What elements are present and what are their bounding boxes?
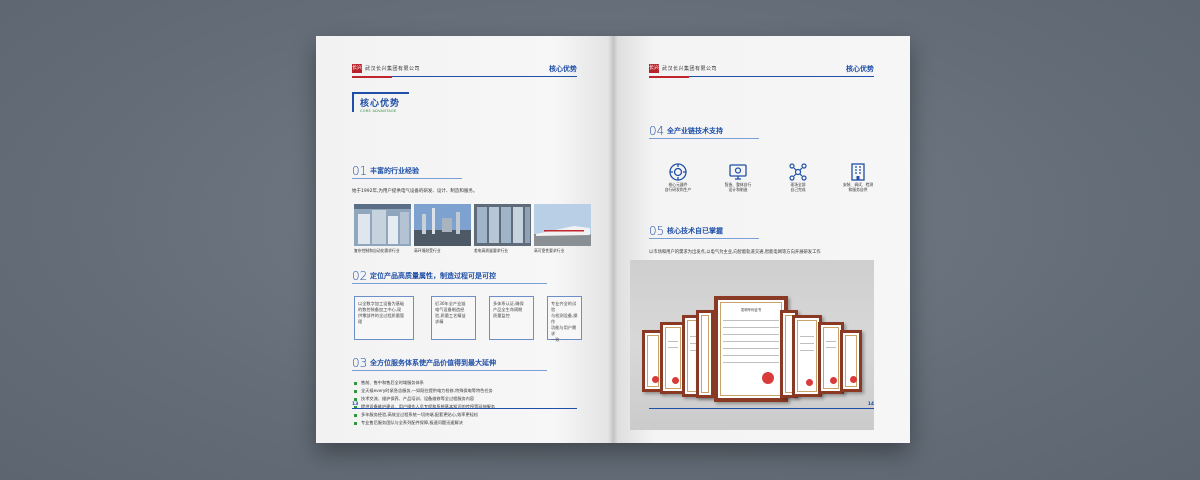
section-number: 05 [649,224,665,238]
section-title: 核心技术自已掌握 [667,227,723,235]
company-logo: 长兴 [649,64,660,73]
service-bullet: 技术交流、维护保养、产品培训、设备维修等全过程服务内容 [354,396,474,402]
section-title: 全产业链技术支持 [667,127,723,135]
quality-text: 理 [358,319,363,324]
quality-box: 以全数字加工设备为基础 的数控装备加工中心,现 供零部件的全过程质量管 理 [354,296,414,340]
section-title: 定位产品高质量属性，制造过程可是可控 [370,272,496,280]
network-icon [789,163,807,181]
bullet-text: 技术交流、维护保养、产品培训、设备维修等全过程服务内容 [361,396,475,401]
section-05-heading: 05 核心技术自已掌握 [649,224,874,239]
photo-caption: 高可靠性要求行业 [534,248,565,253]
capability-label: 和服务自供 [848,187,868,192]
bullet-marker [354,413,357,417]
quality-box: 多体系认证,确保 产品全生命周期 质量监控 [489,296,534,340]
certificate-title: 发明专利证书 [740,308,762,312]
page-number: 13 [352,402,359,407]
quality-text: 功能与用户需求 [551,325,577,336]
section-number: 02 [352,269,368,283]
right-page: 长兴 武汉长兴集团有限公司 核心优势 04 全产业链技术支持 核心元器件 自行研… [613,36,910,443]
section-underline [649,138,759,139]
capability-item: 安装、调试、检测 和服务自供 [833,162,883,192]
page-title-english: CORE ADVANTAGE [360,109,397,113]
section-underline [352,283,547,284]
bullet-text: 售前、售中和售后全时域服务体系 [361,380,424,385]
service-bullet: 专业售后服务团队与全系列配件保障,极速问题迅速解决 [354,420,463,426]
section-title: 全方位服务体系使产品价值得到最大延伸 [370,359,496,367]
capability-label: 自己完成 [790,187,806,192]
section-05-description: 以市场和用户的需求为出发点,以电气为主业,向智能轨道交通,智能电网等方向开展研发… [649,250,821,255]
bullet-text: 专业售后服务团队与全系列配件保障,极速问题迅速解决 [361,420,463,425]
service-bullet: 全天候every时紧急告服务,一如既往提供电力检修,特殊保电等特色任务 [354,388,493,394]
capability-label: 自行研发和生产 [664,187,692,192]
bullet-text: 全天候every时紧急告服务,一如既往提供电力检修,特殊保电等特色任务 [361,388,493,393]
background: 长兴 武汉长兴集团有限公司 核心优势 核心优势 CORE ADVANTAGE 0… [0,0,1200,480]
service-bullet: 售前、售中和售后全时域服务体系 [354,380,424,386]
certificate-frame [696,310,714,398]
refinery-photo [414,204,471,246]
header-accent-line [352,76,392,78]
bullet-marker [354,381,357,385]
section-02-heading: 02 定位产品高质量属性，制造过程可是可控 [352,269,582,284]
company-logo: 长兴 [352,64,363,73]
quality-text: 求精 [435,319,444,324]
section-underline [352,178,462,179]
page-number: 14 [867,402,874,407]
section-underline [352,370,547,371]
certificate-frame [840,330,862,392]
brochure-spread: 长兴 武汉长兴集团有限公司 核心优势 核心优势 CORE ADVANTAGE 0… [316,36,910,443]
photo-caption: 复杂控制和自动化需求行业 [354,248,400,253]
patent-certificates-image: 发明专利证书 [630,260,874,430]
section-01-heading: 01 丰富的行业经验 [352,164,577,179]
section-title: 丰富的行业经验 [370,167,419,175]
section-tag: 核心优势 [846,65,874,73]
company-name: 武汉长兴集团有限公司 [662,66,718,72]
section-04-heading: 04 全产业链技术支持 [649,124,874,139]
bullet-marker [354,421,357,425]
photo-caption: 差电高质量要求行业 [474,248,509,253]
quality-text: 供零部件的全过程质量管 [358,313,405,318]
service-bullet: 提供设备维护建议、用户操作人员专程和系统基本知识的传授等延伸服务 [354,404,495,410]
section-03-heading: 03 全方位服务体系使产品价值得到最大延伸 [352,356,582,371]
main-certificate: 发明专利证书 [714,296,788,402]
section-number: 01 [352,164,368,178]
footer-line [649,408,874,409]
quality-box: 专业齐全的试验 与检测设备,操作 功能与用户需求 一致 [547,296,582,342]
bullet-train-photo [534,204,591,246]
building-icon [851,163,865,181]
section-01-description: 始于1992年,为用户提供电气设备的研发、设计、制造和服务。 [352,189,478,194]
quality-text: 与检测设备,操作 [551,313,578,324]
factory-control-photo [354,204,411,246]
header-accent-line [649,76,689,78]
bullet-marker [354,389,357,393]
company-name: 武汉长兴集团有限公司 [365,66,421,72]
quality-text: 专业齐全的试验 [551,301,577,312]
section-tag: 核心优势 [549,65,577,73]
gear-brain-icon [669,163,687,181]
switchgear-photo [474,204,531,246]
photo-caption: 高环境耐受行业 [414,248,441,253]
page-title: 核心优势 [360,99,401,109]
capability-item: 核心元器件 自行研发和生产 [653,162,703,192]
service-bullet: 多年服务经验,高效全过程系统一切终端,配套更贴心,效率更轻松 [354,412,478,418]
capability-item: 智造、整体自行 设计和制造 [713,162,763,192]
quality-text: 质量监控 [493,313,510,318]
quality-box: 近30年全产业链 电气设备制造经 验,质量工艺精益 求精 [431,296,476,340]
book-spine-shadow [608,36,618,443]
left-page: 长兴 武汉长兴集团有限公司 核心优势 核心优势 CORE ADVANTAGE 0… [316,36,613,443]
section-underline [649,238,759,239]
footer-line [352,408,577,409]
quality-text: 一致 [551,337,560,342]
capability-item: 现场全部 自己完成 [773,162,823,192]
section-number: 03 [352,356,368,370]
capability-label: 设计和制造 [728,187,748,192]
section-number: 04 [649,124,665,138]
bullet-text: 多年服务经验,高效全过程系统一切终端,配套更贴心,效率更轻松 [361,412,479,417]
bullet-marker [354,397,357,401]
monitor-gear-icon [729,164,747,180]
